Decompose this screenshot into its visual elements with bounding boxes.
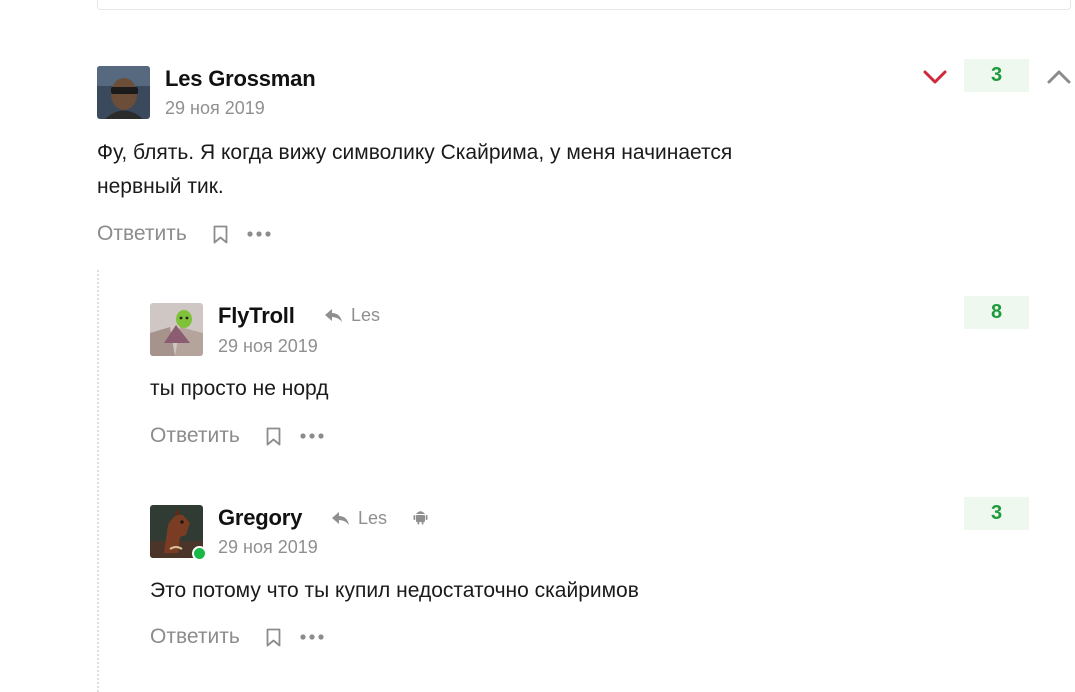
author-name[interactable]: Gregory [218, 505, 302, 531]
score-badge: 3 [964, 497, 1029, 530]
comments-page: Les Grossman 29 ноя 2019 Фу, блять. Я ко… [0, 0, 1075, 692]
reply-button[interactable]: Ответить [150, 625, 240, 649]
comment-date[interactable]: 29 ноя 2019 [218, 336, 318, 357]
comment-text: ты просто не норд [150, 372, 329, 406]
chevron-up-icon[interactable] [1046, 68, 1072, 86]
comment-text-line: ты просто не норд [150, 377, 329, 400]
bookmark-icon[interactable] [266, 427, 281, 446]
chevron-down-icon[interactable] [922, 68, 948, 86]
reply-to-link[interactable]: Les [330, 508, 387, 529]
comment-actions: Ответить [97, 222, 271, 246]
score-badge: 8 [964, 296, 1029, 329]
more-options-icon[interactable] [300, 433, 324, 439]
reply-button[interactable]: Ответить [97, 222, 187, 246]
previous-card-edge [97, 0, 1071, 10]
reply-arrow-icon [325, 309, 342, 322]
comment-text: Фу, блять. Я когда вижу символику Скайри… [97, 136, 732, 204]
reply-button[interactable]: Ответить [150, 424, 240, 448]
bookmark-icon[interactable] [266, 628, 281, 647]
comment-actions: Ответить [150, 424, 324, 448]
author-name[interactable]: FlyTroll [218, 303, 295, 329]
reply-arrow-icon [332, 512, 349, 525]
author-name[interactable]: Les Grossman [165, 66, 316, 92]
more-options-icon[interactable] [300, 634, 324, 640]
comment-text-line: нервный тик. [97, 175, 224, 198]
avatar[interactable] [150, 303, 203, 356]
comment-date[interactable]: 29 ноя 2019 [165, 98, 265, 119]
thread-branch-line [97, 270, 99, 692]
more-options-icon[interactable] [247, 231, 271, 237]
online-status-indicator [192, 546, 207, 561]
android-icon [413, 511, 428, 525]
score-badge: 3 [964, 59, 1029, 92]
comment-text-line: Фу, блять. Я когда вижу символику Скайри… [97, 141, 733, 164]
comment-date[interactable]: 29 ноя 2019 [218, 537, 318, 558]
user-avatar [97, 66, 150, 119]
comment-text-line: Это потому что ты купил недостаточно ска… [150, 579, 639, 602]
comment-actions: Ответить [150, 625, 324, 649]
reply-to-name[interactable]: Les [351, 305, 380, 326]
comment-text: Это потому что ты купил недостаточно ска… [150, 574, 639, 608]
avatar[interactable] [97, 66, 150, 119]
user-avatar [150, 303, 203, 356]
bookmark-icon[interactable] [213, 225, 228, 244]
reply-to-name[interactable]: Les [358, 508, 387, 529]
reply-to-link[interactable]: Les [323, 305, 380, 326]
